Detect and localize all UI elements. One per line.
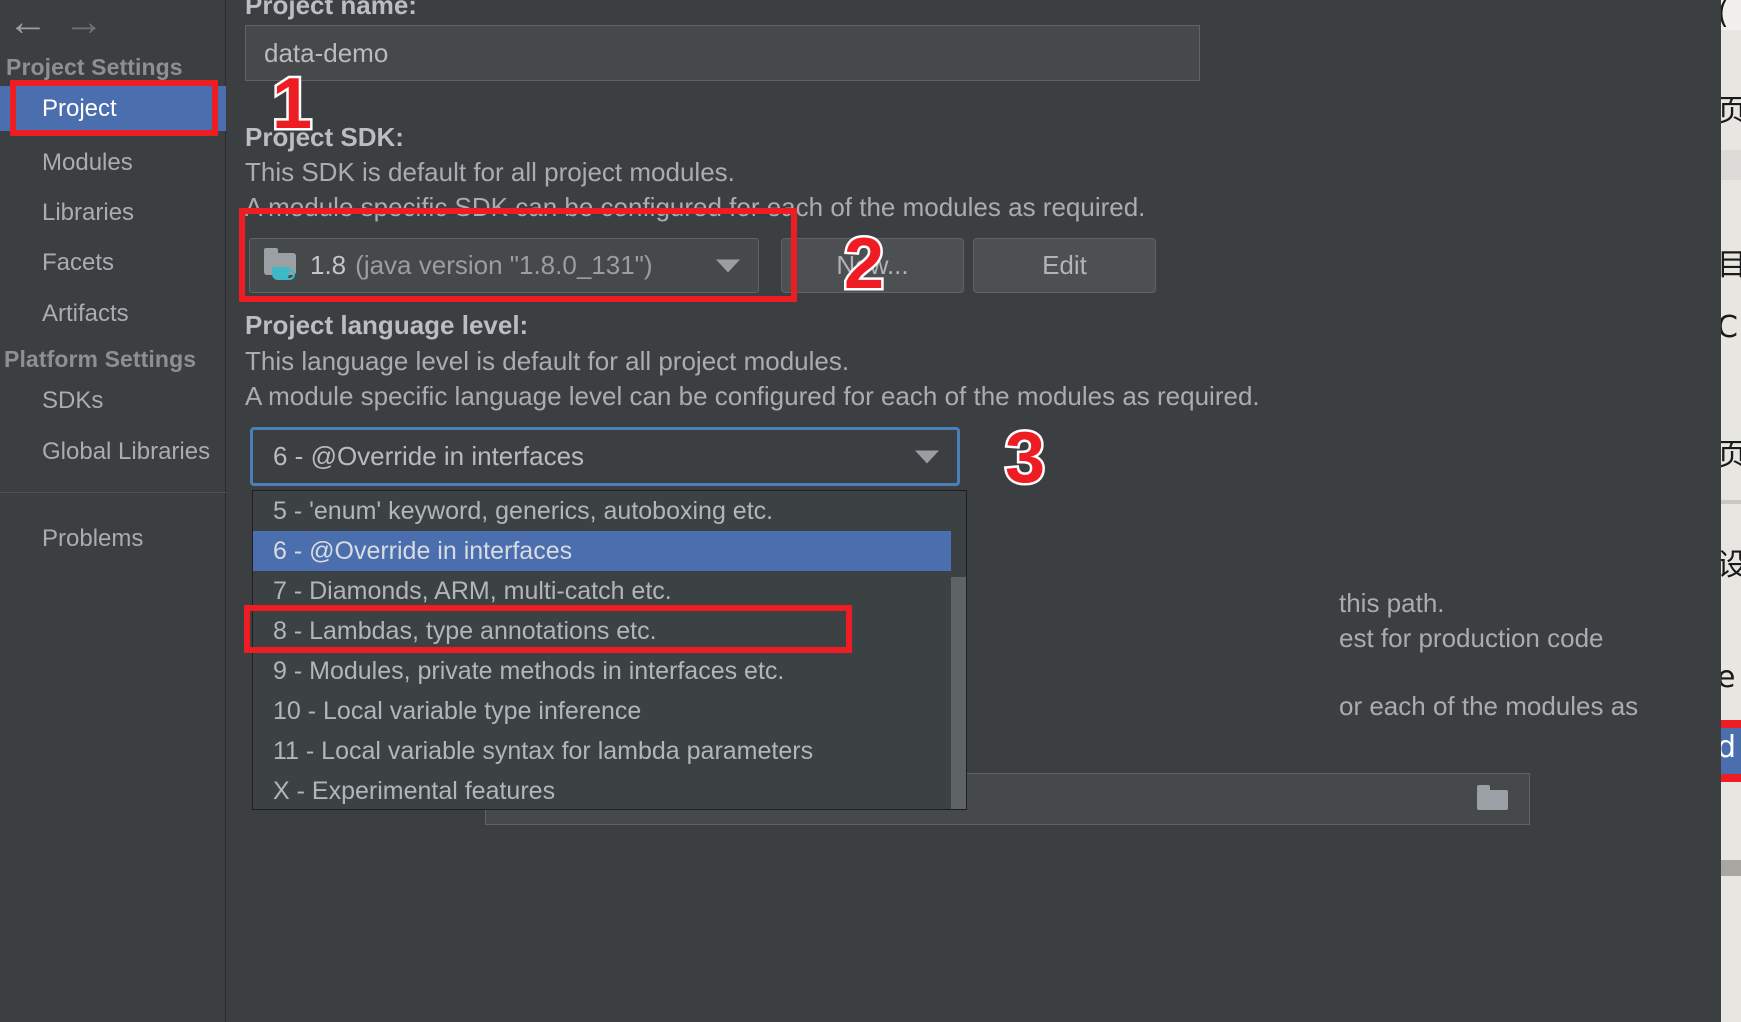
sidebar-item-libraries[interactable]: Libraries bbox=[0, 190, 226, 235]
list-item[interactable]: 9 - Modules, private methods in interfac… bbox=[253, 651, 953, 691]
list-item-label: 5 - 'enum' keyword, generics, autoboxing… bbox=[273, 496, 774, 525]
project-settings-panel: Project name: data-demo Project SDK: Thi… bbox=[227, 0, 1741, 1022]
language-level-dropdown[interactable]: 6 - @Override in interfaces bbox=[250, 427, 960, 486]
sidebar-item-label: SDKs bbox=[42, 386, 104, 414]
obscured-text-production: est for production code bbox=[1339, 623, 1604, 653]
dropdown-scrollbar[interactable] bbox=[951, 491, 966, 809]
sidebar-item-artifacts[interactable]: Artifacts bbox=[0, 291, 226, 336]
language-level-description-line1: This language level is default for all p… bbox=[245, 346, 850, 376]
language-level-label: Project language level: bbox=[245, 310, 529, 340]
list-item-label: 7 - Diamonds, ARM, multi-catch etc. bbox=[273, 576, 672, 605]
sidebar-group-platform-settings: Platform Settings bbox=[4, 346, 197, 372]
settings-dialog: ← → Project Settings Project Modules Lib… bbox=[0, 0, 1741, 1022]
obscured-text-path: this path. bbox=[1339, 588, 1445, 618]
sidebar-item-global-libraries[interactable]: Global Libraries bbox=[0, 429, 226, 474]
sidebar-item-sdks[interactable]: SDKs bbox=[0, 378, 226, 423]
annotation-box-3 bbox=[244, 605, 852, 653]
sidebar-item-label: Problems bbox=[42, 524, 144, 552]
language-level-description-line2: A module specific language level can be … bbox=[245, 381, 1260, 411]
sidebar-item-label: Modules bbox=[42, 148, 133, 176]
list-item-label: 6 - @Override in interfaces bbox=[273, 536, 573, 565]
sidebar-item-modules[interactable]: Modules bbox=[0, 140, 226, 185]
chevron-down-icon bbox=[915, 450, 939, 463]
settings-sidebar: ← → Project Settings Project Modules Lib… bbox=[0, 0, 226, 1022]
list-item-label: X - Experimental features bbox=[273, 776, 556, 805]
sidebar-item-problems[interactable]: Problems bbox=[0, 516, 226, 561]
obscured-text-modules: or each of the modules as bbox=[1339, 691, 1639, 721]
dropdown-scrollbar-thumb[interactable] bbox=[951, 577, 966, 809]
sidebar-group-project-settings: Project Settings bbox=[6, 54, 183, 80]
annotation-number-1: 1 bbox=[269, 64, 314, 144]
list-item-label: 10 - Local variable type inference bbox=[273, 696, 642, 725]
edit-sdk-button[interactable]: Edit bbox=[973, 238, 1156, 293]
list-item-label: 11 - Local variable syntax for lambda pa… bbox=[273, 736, 814, 765]
background-window-sliver: ( 页 目 C 页 设 e d bbox=[1721, 0, 1741, 1022]
arrow-left-icon[interactable]: ← bbox=[0, 0, 56, 44]
sidebar-item-label: Global Libraries bbox=[42, 437, 211, 465]
arrow-right-icon[interactable]: → bbox=[56, 0, 112, 44]
project-sdk-description-line1: This SDK is default for all project modu… bbox=[245, 157, 735, 187]
sidebar-item-label: Libraries bbox=[42, 198, 135, 226]
list-item[interactable]: 10 - Local variable type inference bbox=[253, 691, 953, 731]
sidebar-item-label: Facets bbox=[42, 248, 115, 276]
nav-arrow-group: ← → bbox=[0, 0, 226, 44]
sidebar-divider bbox=[0, 492, 226, 493]
annotation-number-3: 3 bbox=[1002, 418, 1047, 498]
folder-icon[interactable] bbox=[1477, 785, 1509, 811]
project-name-input[interactable]: data-demo bbox=[245, 25, 1200, 81]
annotation-box-2 bbox=[239, 208, 797, 302]
project-sdk-label: Project SDK: bbox=[245, 122, 404, 152]
edit-sdk-button-label: Edit bbox=[1042, 250, 1087, 280]
language-level-selected-value: 6 - @Override in interfaces bbox=[273, 441, 585, 471]
annotation-number-2: 2 bbox=[841, 224, 886, 304]
sidebar-item-label: Artifacts bbox=[42, 299, 129, 327]
sidebar-item-facets[interactable]: Facets bbox=[0, 240, 226, 285]
annotation-box-1 bbox=[10, 80, 218, 136]
list-item[interactable]: 5 - 'enum' keyword, generics, autoboxing… bbox=[253, 491, 953, 531]
list-item[interactable]: X - Experimental features bbox=[253, 771, 953, 809]
list-item[interactable]: 11 - Local variable syntax for lambda pa… bbox=[253, 731, 953, 771]
project-name-label: Project name: bbox=[245, 0, 417, 20]
list-item[interactable]: 6 - @Override in interfaces bbox=[253, 531, 953, 571]
list-item-label: 9 - Modules, private methods in interfac… bbox=[273, 656, 785, 685]
